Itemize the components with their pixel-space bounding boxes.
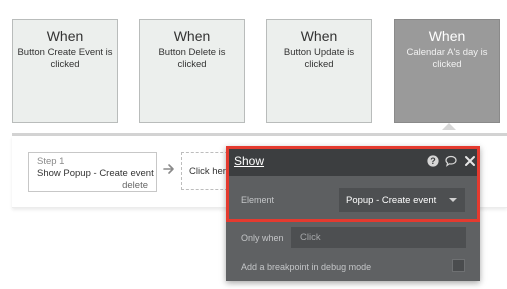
- action-properties-panel: Show ? Element Popup - Create event Only…: [226, 146, 480, 281]
- event-card-create-event[interactable]: When Button Create Event is clicked: [12, 19, 118, 123]
- workflow-step-1[interactable]: Step 1 Show Popup - Create event delete: [28, 152, 157, 192]
- element-row: Element Popup - Create event: [226, 176, 480, 222]
- step-number: Step 1: [37, 156, 65, 167]
- event-card-update[interactable]: When Button Update is clicked: [266, 19, 372, 123]
- event-card-delete[interactable]: When Button Delete is clicked: [139, 19, 245, 123]
- action-title[interactable]: Show: [234, 154, 264, 168]
- event-description: Button Delete is clicked: [158, 47, 226, 70]
- event-title: When: [428, 28, 466, 44]
- element-dropdown-value: Popup - Create event: [346, 195, 437, 206]
- svg-text:?: ?: [430, 156, 436, 166]
- event-description: Button Update is clicked: [283, 47, 355, 70]
- step-delete-link[interactable]: delete: [122, 180, 148, 191]
- event-title: When: [300, 28, 338, 44]
- event-title: When: [173, 28, 211, 44]
- arrow-right-icon: [163, 164, 174, 174]
- breakpoint-label: Add a breakpoint in debug mode: [241, 262, 372, 272]
- element-dropdown[interactable]: Popup - Create event: [339, 188, 465, 212]
- help-icon[interactable]: ?: [427, 155, 439, 167]
- event-title: When: [46, 28, 84, 44]
- chevron-down-icon: [449, 198, 457, 202]
- selected-event-pointer: [442, 123, 456, 130]
- comment-icon[interactable]: [445, 155, 457, 167]
- breakpoint-checkbox[interactable]: [452, 259, 465, 272]
- panel-header: Show ?: [226, 146, 480, 176]
- only-when-label: Only when: [241, 233, 284, 243]
- event-card-calendar-day[interactable]: When Calendar A's day is clicked: [394, 19, 500, 123]
- only-when-input[interactable]: [291, 227, 466, 248]
- close-icon[interactable]: [464, 155, 476, 167]
- element-label: Element: [241, 195, 275, 205]
- event-description: Calendar A's day is clicked: [406, 47, 488, 70]
- step-title: Show Popup - Create event: [37, 168, 154, 179]
- event-description: Button Create Event is clicked: [17, 47, 113, 70]
